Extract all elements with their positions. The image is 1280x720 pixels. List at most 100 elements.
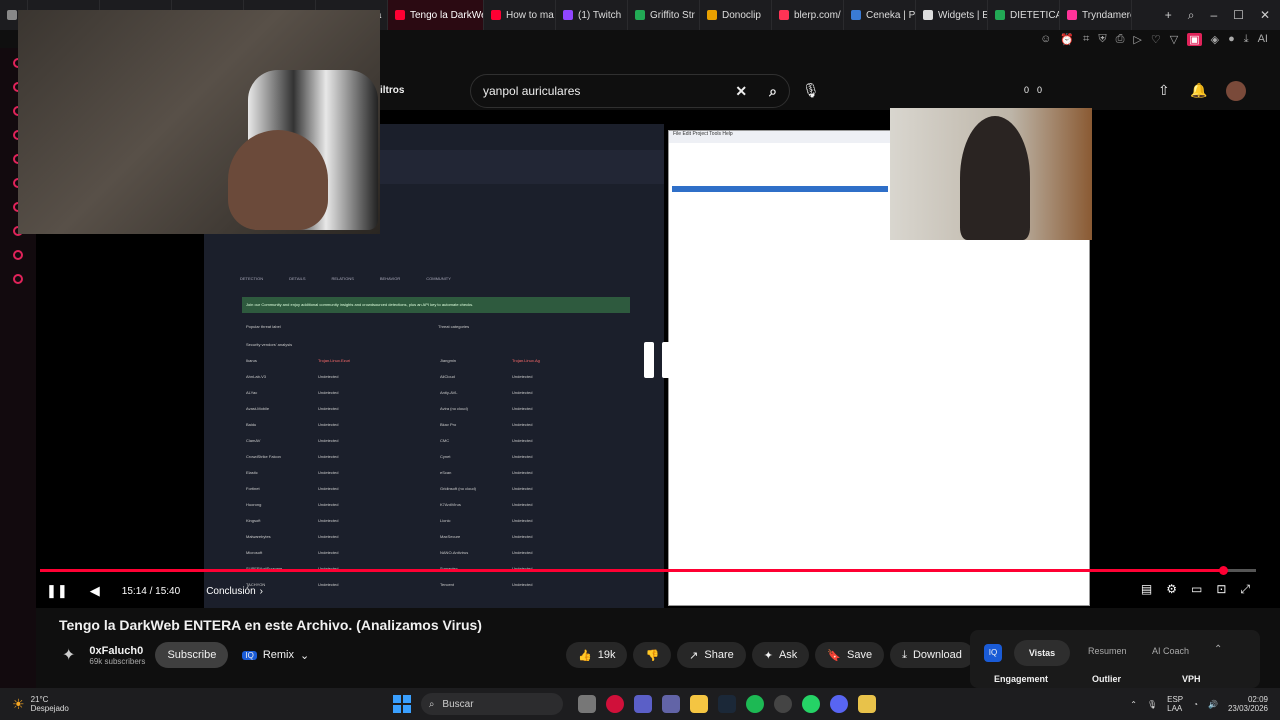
channel-name[interactable]: 0xFaluch0 xyxy=(89,645,145,657)
settings-app-icon[interactable] xyxy=(773,695,792,713)
thumbs-up-icon: 👍 xyxy=(578,649,592,662)
theater-mode-icon[interactable]: ▭ xyxy=(1191,582,1202,597)
table-cell: Undetected xyxy=(318,533,339,539)
maximize-button[interactable]: ☐ xyxy=(1233,8,1244,22)
tray-chevron-icon[interactable]: ⌃ xyxy=(1130,700,1137,709)
play-icon[interactable]: ▷ xyxy=(1133,33,1141,46)
upload-icon[interactable]: ⇧ xyxy=(1158,82,1170,99)
table-row: Baidu Undetected Bkav Pro Undetected xyxy=(242,416,630,432)
download-icon[interactable]: ⤓ xyxy=(1244,33,1249,46)
channel-avatar-icon[interactable]: ✦ xyxy=(62,645,75,665)
vt-popular-label: Popular threat label xyxy=(246,324,281,329)
file-explorer-icon[interactable] xyxy=(577,695,596,713)
panel-tab-vistas[interactable]: Vistas xyxy=(1014,640,1070,666)
mic-icon[interactable]: 🎙 xyxy=(802,82,820,99)
teams-icon[interactable] xyxy=(633,695,652,713)
taskbar-search[interactable]: ⌕ Buscar xyxy=(420,693,563,715)
table-cell: Lionic xyxy=(440,517,451,523)
like-button[interactable]: 👍 19k xyxy=(566,642,628,668)
vt-tabs: DETECTION DETAILS RELATIONS BEHAVIOR COMMUNI… xyxy=(240,276,630,281)
steam-icon[interactable] xyxy=(717,695,736,713)
table-row: AhnLab-V3 Undetected AliCloud Undetected xyxy=(242,368,630,384)
crop-icon[interactable]: ⌗ xyxy=(1083,33,1089,46)
clear-search-icon[interactable]: ✕ xyxy=(735,83,747,100)
browser-tab[interactable]: How to ma xyxy=(484,0,556,30)
new-tab-button[interactable]: + xyxy=(1165,8,1172,22)
avatar[interactable] xyxy=(1226,81,1246,101)
browser-tab[interactable]: Donoclip xyxy=(700,0,772,30)
browser-tab[interactable]: Tengo la DarkWe xyxy=(388,0,484,30)
filter-icon[interactable]: ▽ xyxy=(1170,33,1178,46)
tab-label: How to ma xyxy=(506,9,554,21)
subscribe-button[interactable]: Subscribe xyxy=(155,642,229,668)
puzzle-icon[interactable]: ◈ xyxy=(1211,33,1219,46)
alarm-icon[interactable]: ⏰ xyxy=(1060,33,1074,46)
browser-tab[interactable]: Tryndamere xyxy=(1060,0,1132,30)
shield-icon[interactable]: ⛨ xyxy=(1098,33,1106,46)
wifi-icon[interactable]: ◔ xyxy=(1193,700,1198,709)
extension-icon[interactable]: ▣ xyxy=(1187,32,1202,46)
clock-time: 02:09 xyxy=(1247,695,1268,704)
notifications-icon[interactable]: 🔔 xyxy=(1190,82,1207,99)
settings-icon[interactable]: ⚙ xyxy=(1166,582,1177,597)
dislike-button[interactable]: 👎 xyxy=(633,642,672,668)
profile-icon[interactable]: ● xyxy=(1228,33,1235,45)
minimize-button[interactable]: – xyxy=(1210,8,1217,22)
discord-icon[interactable] xyxy=(829,695,848,713)
progress-scrubber[interactable] xyxy=(1219,566,1228,575)
weather-widget[interactable]: 21°C Despejado xyxy=(31,695,69,713)
browser-tab[interactable]: Widgets | E xyxy=(916,0,988,30)
teams-work-icon[interactable] xyxy=(661,695,680,713)
tab-label: Donoclip xyxy=(722,9,761,21)
chapter-chevron-icon[interactable]: › xyxy=(260,586,263,597)
browser-tab[interactable]: blerp.com/ xyxy=(772,0,844,30)
download-button[interactable]: ⤓ Download xyxy=(890,642,974,668)
close-button[interactable]: ✕ xyxy=(1260,8,1270,22)
bookmark-icon[interactable]: ⎙ xyxy=(1116,33,1125,46)
language-sublabel: LAA xyxy=(1167,704,1183,713)
spotify-icon[interactable] xyxy=(745,695,764,713)
volume-icon[interactable]: ◀ xyxy=(90,583,100,599)
save-button[interactable]: 🔖 Save xyxy=(815,642,885,668)
heart-icon[interactable]: ♡ xyxy=(1151,33,1161,46)
search-input[interactable]: yanpol auriculares xyxy=(483,84,735,98)
tab-favicon-icon xyxy=(563,10,573,20)
speaker-icon[interactable]: 🔊 xyxy=(1208,700,1218,709)
browser-tab[interactable]: (1) Twitch xyxy=(556,0,628,30)
table-row: ClamAV Undetected CMC Undetected xyxy=(242,432,630,448)
search-tabs-icon[interactable]: ⌕ xyxy=(1188,8,1195,23)
chapter-label[interactable]: Conclusión xyxy=(206,586,255,597)
share-button[interactable]: ↗ Share xyxy=(677,642,746,668)
language-indicator[interactable]: ESP LAA xyxy=(1167,695,1183,713)
browser-tab[interactable]: Ceneka | P xyxy=(844,0,916,30)
app-icon[interactable] xyxy=(857,695,876,713)
browser-tab[interactable]: Griffito Str xyxy=(628,0,700,30)
panel-tab-ai-coach[interactable]: AI Coach xyxy=(1152,646,1189,656)
ai-label[interactable]: AI xyxy=(1258,33,1268,45)
remix-button[interactable]: IQ Remix ⌄ xyxy=(238,642,313,668)
whatsapp-icon[interactable] xyxy=(801,695,820,713)
ask-button[interactable]: ✦ Ask xyxy=(751,642,810,668)
tab-label: Tryndamere xyxy=(1082,9,1132,21)
emoji-icon[interactable]: ☺ xyxy=(1040,33,1051,45)
start-button[interactable] xyxy=(392,695,411,713)
cast-icon[interactable]: ⊡ xyxy=(1216,582,1226,597)
browser-tab[interactable]: DIETETICA xyxy=(988,0,1060,30)
subtitles-icon[interactable]: ▤ xyxy=(1141,582,1152,597)
tab-favicon-icon xyxy=(1067,10,1077,20)
panel-tab-resumen[interactable]: Resumen xyxy=(1088,646,1127,656)
clock[interactable]: 02:09 23/03/2026 xyxy=(1228,695,1268,713)
pause-button[interactable]: ❚❚ xyxy=(46,583,68,599)
chevron-up-icon[interactable]: ⌃ xyxy=(1214,644,1222,655)
microphone-icon[interactable]: 🎙 xyxy=(1147,700,1157,709)
table-cell: Undetected xyxy=(512,533,533,539)
filters-label[interactable]: iltros xyxy=(380,85,404,96)
sidebar-app-icon[interactable] xyxy=(13,250,23,260)
video-creator xyxy=(960,116,1030,240)
folder-icon[interactable] xyxy=(689,695,708,713)
sidebar-app-icon[interactable] xyxy=(13,274,23,284)
search-icon[interactable]: ⌕ xyxy=(769,83,777,100)
opera-icon[interactable] xyxy=(605,695,624,713)
fullscreen-icon[interactable]: ⤢ xyxy=(1240,582,1250,597)
search-box[interactable]: yanpol auriculares ✕ ⌕ xyxy=(470,74,790,108)
